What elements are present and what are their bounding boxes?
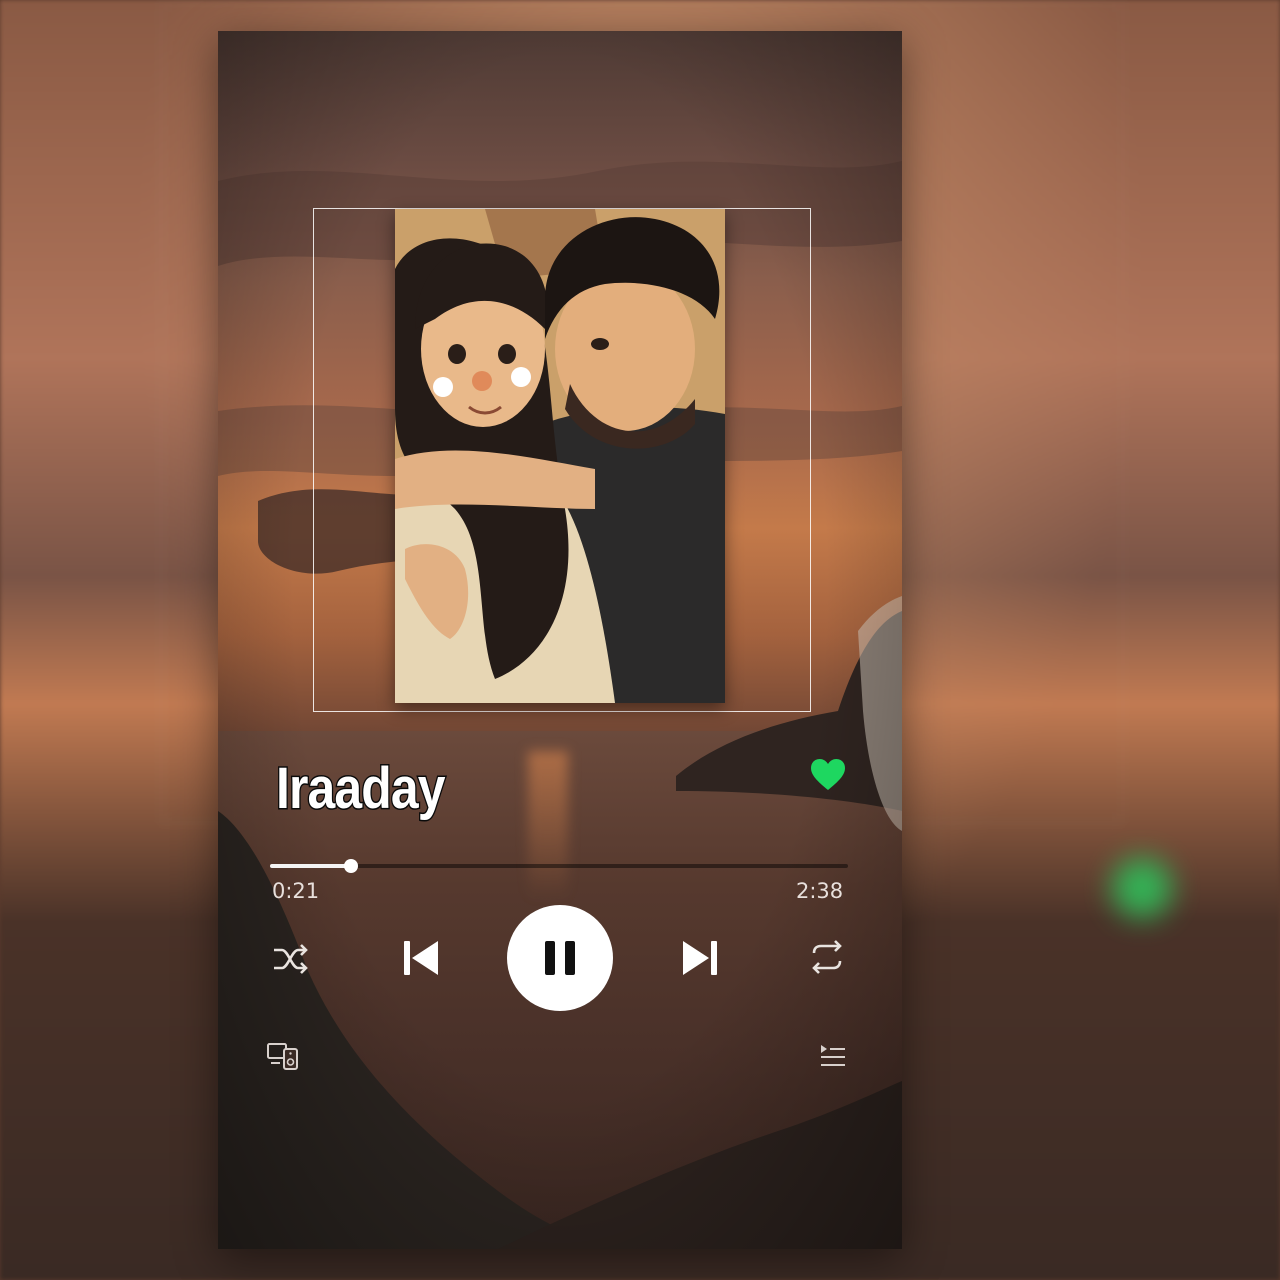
pause-icon (545, 941, 575, 975)
total-duration: 2:38 (796, 879, 844, 903)
elapsed-time: 0:21 (272, 879, 320, 903)
progress-fill (270, 864, 351, 868)
player-screen: Iraaday 0:21 2:38 (218, 31, 902, 1249)
skip-next-icon[interactable] (681, 938, 719, 978)
shuffle-icon[interactable] (270, 939, 310, 979)
liked-heart-icon[interactable] (810, 758, 846, 792)
blurred-heart-reflection (1112, 858, 1172, 918)
play-pause-button[interactable] (507, 905, 613, 1011)
connect-devices-icon[interactable] (266, 1041, 300, 1071)
couple-illustration (395, 209, 725, 703)
repeat-icon[interactable] (806, 939, 848, 975)
queue-icon[interactable] (818, 1043, 848, 1071)
track-title: Iraaday (275, 755, 447, 823)
skip-previous-icon[interactable] (402, 938, 440, 978)
album-art (395, 209, 725, 703)
progress-bar[interactable] (270, 859, 848, 873)
progress-handle[interactable] (343, 859, 358, 873)
